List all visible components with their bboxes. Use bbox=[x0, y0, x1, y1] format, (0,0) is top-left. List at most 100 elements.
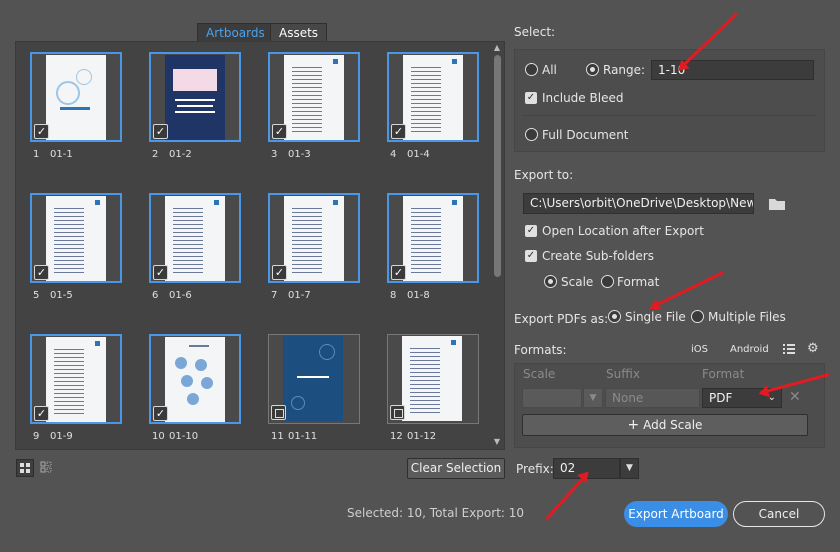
artboard-thumbnail[interactable]: ✓ 3 01-3 bbox=[268, 52, 360, 164]
artboard-thumbnail[interactable]: ✓ 10 01-10 bbox=[149, 334, 241, 446]
artboard-name: 01-12 bbox=[407, 431, 437, 442]
cancel-button[interactable]: Cancel bbox=[733, 501, 825, 527]
artboard-caption: 4 01-4 bbox=[390, 149, 430, 160]
artboard-name: 01-1 bbox=[50, 149, 73, 160]
artboard-number: 4 bbox=[390, 149, 397, 160]
artboard-checkbox[interactable]: ✓ bbox=[153, 406, 168, 421]
include-bleed-checkbox[interactable]: ✓ bbox=[525, 92, 537, 104]
radio-single-file[interactable] bbox=[608, 310, 621, 323]
artboard-frame[interactable]: ✓ bbox=[30, 52, 122, 142]
range-input[interactable]: 1-10 bbox=[651, 60, 814, 80]
artboard-frame[interactable]: ✓ bbox=[387, 52, 479, 142]
artboard-number: 6 bbox=[152, 290, 159, 301]
prefix-label: Prefix: bbox=[516, 462, 554, 476]
artboard-frame[interactable]: ✓ bbox=[268, 193, 360, 283]
artboard-frame[interactable]: ✓ bbox=[30, 334, 122, 424]
artboard-checkbox[interactable]: ✓ bbox=[153, 124, 168, 139]
radio-scale[interactable] bbox=[544, 275, 557, 288]
clear-selection-button[interactable]: Clear Selection bbox=[407, 458, 505, 479]
scale-dropdown-arrow-icon[interactable]: ▼ bbox=[583, 388, 603, 408]
artboard-checkbox[interactable]: ✓ bbox=[34, 124, 49, 139]
artboard-thumbnail[interactable]: ✓ 7 01-7 bbox=[268, 193, 360, 305]
create-subfolders-checkbox[interactable]: ✓ bbox=[525, 250, 537, 262]
artboard-name: 01-4 bbox=[407, 149, 430, 160]
suffix-input[interactable]: None bbox=[605, 388, 700, 408]
artboard-thumbnail[interactable]: ✓ 9 01-9 bbox=[30, 334, 122, 446]
android-preset-button[interactable]: Android bbox=[730, 344, 769, 355]
artboard-caption: 12 01-12 bbox=[390, 431, 436, 442]
tab-assets[interactable]: Assets bbox=[270, 23, 328, 42]
grid-view-icon[interactable] bbox=[16, 459, 34, 477]
artboard-frame[interactable]: ✓ bbox=[268, 52, 360, 142]
artboard-checkbox[interactable]: ✓ bbox=[34, 265, 49, 280]
radio-range-label: Range: bbox=[603, 63, 646, 77]
artboard-caption: 8 01-8 bbox=[390, 290, 430, 301]
artboard-checkbox[interactable]: ✓ bbox=[391, 124, 406, 139]
artboard-frame[interactable]: ✓ bbox=[149, 193, 241, 283]
col-suffix-header: Suffix bbox=[606, 367, 640, 381]
artboard-name: 01-8 bbox=[407, 290, 430, 301]
export-path-input[interactable]: C:\Users\orbit\OneDrive\Desktop\New fo bbox=[523, 193, 754, 214]
export-artboard-button[interactable]: Export Artboard bbox=[624, 501, 728, 527]
scrollbar-thumb[interactable] bbox=[494, 55, 501, 277]
ios-preset-button[interactable]: iOS bbox=[691, 344, 708, 355]
artboard-frame[interactable]: ✓ bbox=[149, 52, 241, 142]
col-scale-header: Scale bbox=[523, 367, 556, 381]
scroll-down-arrow-icon[interactable]: ▼ bbox=[492, 438, 502, 446]
artboard-checkbox[interactable]: ✓ bbox=[272, 265, 287, 280]
artboard-caption: 3 01-3 bbox=[271, 149, 311, 160]
artboard-thumbnail[interactable]: ✓ 1 01-1 bbox=[30, 52, 122, 164]
artboard-number: 10 bbox=[152, 431, 165, 442]
radio-range[interactable] bbox=[586, 63, 599, 76]
artboard-number: 7 bbox=[271, 290, 278, 301]
artboard-thumbnail[interactable]: 11 01-11 bbox=[268, 334, 360, 446]
annotation-arrow-prefix bbox=[544, 472, 589, 521]
artboard-thumbnail[interactable]: ✓ 4 01-4 bbox=[387, 52, 479, 164]
remove-scale-icon[interactable]: ✕ bbox=[789, 389, 801, 405]
artboard-frame[interactable]: ✓ bbox=[149, 334, 241, 424]
settings-gear-icon[interactable]: ⚙ bbox=[807, 342, 819, 356]
artboard-checkbox[interactable]: ✓ bbox=[391, 265, 406, 280]
prefix-dropdown-arrow-icon[interactable]: ▼ bbox=[620, 458, 639, 479]
artboard-number: 5 bbox=[33, 290, 40, 301]
scroll-up-arrow-icon[interactable]: ▲ bbox=[492, 44, 502, 52]
artboard-checkbox[interactable]: ✓ bbox=[272, 124, 287, 139]
artboard-preview bbox=[283, 336, 343, 421]
artboard-checkbox[interactable]: ✓ bbox=[34, 406, 49, 421]
artboard-thumbnail[interactable]: ✓ 6 01-6 bbox=[149, 193, 241, 305]
artboard-preview bbox=[165, 196, 225, 281]
artboard-checkbox[interactable] bbox=[271, 405, 286, 420]
artboard-caption: 7 01-7 bbox=[271, 290, 311, 301]
open-location-checkbox[interactable]: ✓ bbox=[525, 225, 537, 237]
formats-heading: Formats: bbox=[514, 343, 567, 357]
artboard-caption: 2 01-2 bbox=[152, 149, 192, 160]
list-menu-icon[interactable] bbox=[782, 342, 796, 359]
include-bleed-label: Include Bleed bbox=[542, 91, 624, 105]
radio-all[interactable] bbox=[525, 63, 538, 76]
artboard-frame[interactable]: ✓ bbox=[387, 193, 479, 283]
folder-icon[interactable] bbox=[767, 196, 787, 215]
list-view-icon[interactable] bbox=[38, 459, 56, 477]
artboard-name: 01-11 bbox=[288, 431, 318, 442]
radio-full-document[interactable] bbox=[525, 128, 538, 141]
artboard-thumbnail[interactable]: ✓ 5 01-5 bbox=[30, 193, 122, 305]
scale-select[interactable] bbox=[522, 388, 582, 408]
radio-format[interactable] bbox=[601, 275, 614, 288]
artboard-number: 9 bbox=[33, 431, 40, 442]
artboard-frame[interactable] bbox=[387, 334, 479, 424]
artboard-checkbox[interactable]: ✓ bbox=[153, 265, 168, 280]
artboard-caption: 10 01-10 bbox=[152, 431, 198, 442]
artboard-frame[interactable] bbox=[268, 334, 360, 424]
tab-artboards[interactable]: Artboards bbox=[197, 23, 274, 42]
selection-status: Selected: 10, Total Export: 10 bbox=[347, 506, 525, 520]
radio-multiple-files[interactable] bbox=[691, 310, 704, 323]
artboard-thumbnail[interactable]: 12 01-12 bbox=[387, 334, 479, 446]
artboard-thumbnail[interactable]: ✓ 8 01-8 bbox=[387, 193, 479, 305]
add-scale-button[interactable]: + Add Scale bbox=[522, 414, 808, 436]
artboard-preview bbox=[46, 337, 106, 422]
artboard-number: 8 bbox=[390, 290, 397, 301]
artboard-thumbnail[interactable]: ✓ 2 01-2 bbox=[149, 52, 241, 164]
artboard-frame[interactable]: ✓ bbox=[30, 193, 122, 283]
artboard-checkbox[interactable] bbox=[390, 405, 405, 420]
artboard-number: 11 bbox=[271, 431, 284, 442]
